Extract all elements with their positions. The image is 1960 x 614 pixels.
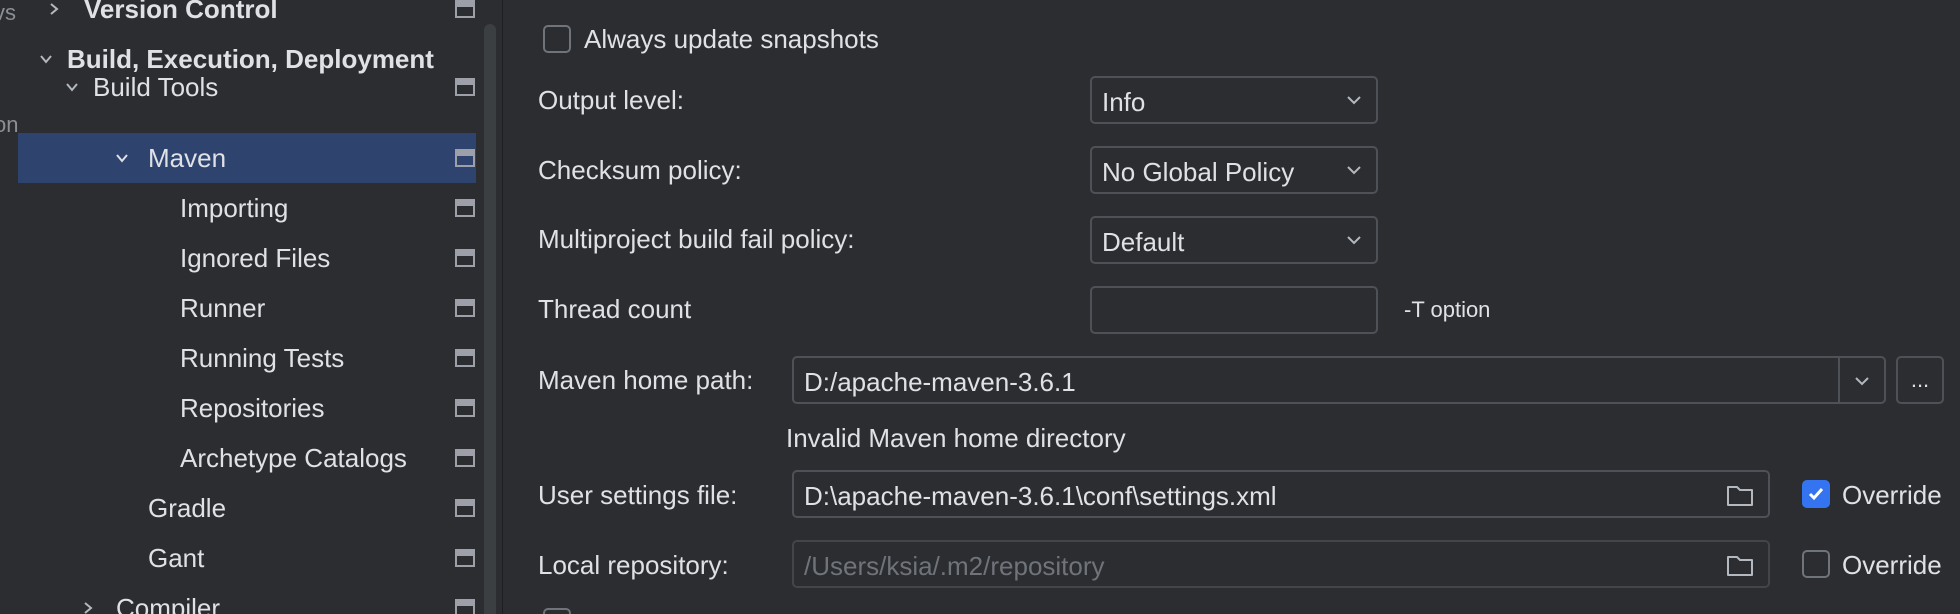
user-settings-override-label: Override	[1842, 480, 1942, 510]
tree-item-label: Ignored Files	[180, 243, 331, 273]
tree-scrollbar-thumb[interactable]	[484, 24, 496, 614]
tree-item-maven[interactable]: Maven	[18, 133, 476, 183]
output-level-value: Info	[1102, 87, 1146, 117]
tree-item-build-tools[interactable]: Build Tools	[18, 62, 476, 112]
checksum-policy-value: No Global Policy	[1102, 157, 1295, 187]
user-settings-file-input[interactable]: D:\apache-maven-3.6.1\conf\settings.xml	[792, 470, 1770, 518]
tree-item-label: Importing	[180, 193, 289, 223]
chevron-down-icon	[1347, 166, 1361, 175]
thread-count-hint: -T option	[1404, 297, 1491, 322]
local-repository-input[interactable]: /Users/ksia/.m2/repository	[792, 540, 1770, 588]
project-settings-icon	[455, 599, 475, 614]
tree-item-running-tests[interactable]: Running Tests	[18, 333, 476, 383]
project-settings-icon	[455, 199, 475, 217]
local-repository-override-label: Override	[1842, 550, 1942, 580]
left-edge-strip: vs on	[0, 0, 18, 614]
local-repository-label: Local repository:	[538, 550, 729, 580]
tree-item-label: Gradle	[148, 493, 227, 523]
tree-item-gant[interactable]: Gant	[18, 533, 476, 583]
tree-item-label: Repositories	[180, 393, 325, 423]
chevron-right-icon[interactable]	[80, 600, 96, 614]
thread-count-input[interactable]	[1090, 286, 1378, 334]
project-settings-icon	[455, 449, 475, 467]
chevron-down-icon[interactable]	[114, 150, 130, 166]
tree-item-label: Runner	[180, 293, 266, 323]
maven-home-path-browse-button[interactable]: ...	[1896, 356, 1944, 404]
tree-item-version-control[interactable]: Version Control	[18, 0, 476, 34]
maven-home-path-label: Maven home path:	[538, 365, 754, 395]
project-settings-icon	[455, 0, 475, 18]
multiproject-fail-policy-value: Default	[1102, 227, 1185, 257]
tree-item-label: Maven	[148, 143, 227, 173]
tree-item-label: Version Control	[84, 0, 278, 24]
tree-item-runner[interactable]: Runner	[18, 283, 476, 333]
tree-item-compiler[interactable]: Compiler	[18, 583, 476, 614]
maven-home-path-input[interactable]: D:/apache-maven-3.6.1	[792, 356, 1840, 404]
tree-item-archetype-catalogs[interactable]: Archetype Catalogs	[18, 433, 476, 483]
tree-item-label: Compiler	[116, 593, 221, 614]
checkmark-icon	[1808, 488, 1824, 501]
output-level-dropdown[interactable]: Info	[1090, 76, 1378, 124]
maven-home-path-error: Invalid Maven home directory	[786, 423, 1126, 453]
project-settings-icon	[455, 299, 475, 317]
chevron-down-icon	[1347, 96, 1361, 105]
project-settings-icon	[455, 149, 475, 167]
chevron-down-icon	[1347, 236, 1361, 245]
checksum-policy-label: Checksum policy:	[538, 155, 742, 185]
tree-item-ignored-files[interactable]: Ignored Files	[18, 233, 476, 283]
multiproject-fail-policy-dropdown[interactable]: Default	[1090, 216, 1378, 264]
local-repository-override-checkbox[interactable]	[1802, 550, 1830, 578]
always-update-snapshots-label: Always update snapshots	[584, 24, 879, 54]
thread-count-label: Thread count	[538, 294, 692, 324]
project-settings-icon	[455, 499, 475, 517]
tree-item-gradle[interactable]: Gradle	[18, 483, 476, 533]
maven-home-path-dropdown-button[interactable]	[1840, 356, 1886, 404]
project-settings-icon	[455, 349, 475, 367]
tree-item-repositories[interactable]: Repositories	[18, 383, 476, 433]
user-settings-file-label: User settings file:	[538, 480, 738, 510]
checksum-policy-dropdown[interactable]: No Global Policy	[1090, 146, 1378, 194]
folder-icon[interactable]	[1726, 553, 1754, 577]
folder-icon[interactable]	[1726, 483, 1754, 507]
tree-item-importing[interactable]: Importing	[18, 183, 476, 233]
output-level-label: Output level:	[538, 85, 684, 115]
tree-item-label: Build Tools	[93, 72, 219, 102]
user-settings-file-value: D:\apache-maven-3.6.1\conf\settings.xml	[804, 481, 1277, 511]
tree-item-label: Gant	[148, 543, 205, 573]
chevron-right-icon[interactable]	[46, 1, 62, 17]
tree-item-label: Archetype Catalogs	[180, 443, 407, 473]
settings-tree: vs on Version Control Build, Execution, …	[0, 0, 484, 614]
user-settings-override-checkbox[interactable]	[1802, 480, 1830, 508]
edge-text-mid: on	[0, 112, 18, 137]
edge-text-top: vs	[0, 0, 16, 25]
project-settings-icon	[455, 249, 475, 267]
chevron-down-icon	[1855, 377, 1869, 386]
project-settings-icon	[455, 399, 475, 417]
always-update-snapshots-checkbox[interactable]	[543, 25, 571, 53]
chevron-down-icon[interactable]	[64, 79, 80, 95]
maven-settings-panel: Always update snapshots Output level: In…	[503, 0, 1960, 614]
project-settings-icon	[455, 78, 475, 96]
local-repository-placeholder: /Users/ksia/.m2/repository	[804, 551, 1105, 581]
project-settings-icon	[455, 549, 475, 567]
tree-item-label: Running Tests	[180, 343, 345, 373]
multiproject-fail-policy-label: Multiproject build fail policy:	[538, 224, 855, 254]
maven-home-path-value: D:/apache-maven-3.6.1	[804, 367, 1076, 397]
next-option-checkbox[interactable]	[543, 608, 571, 614]
